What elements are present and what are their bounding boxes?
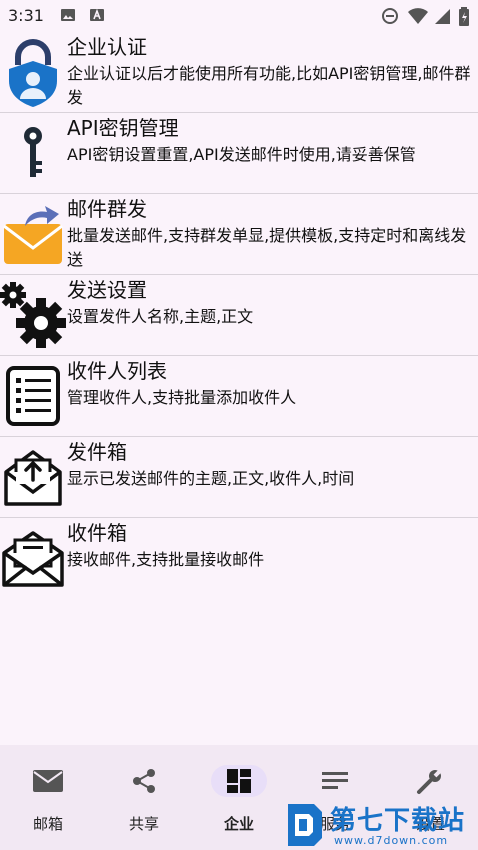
tab-label: 企业	[223, 815, 254, 833]
do-not-disturb-icon	[382, 8, 398, 24]
list-item-send-settings[interactable]: 发送设置 设置发件人名称,主题,正文	[0, 275, 478, 356]
font-notification-icon	[90, 8, 104, 21]
watermark-url: www.d7down.com	[334, 834, 449, 847]
mail-icon	[20, 765, 76, 797]
signal-icon	[435, 9, 450, 24]
list-item-recipient-list[interactable]: 收件人列表 管理收件人,支持批量添加收件人	[0, 356, 478, 437]
tab-label: 共享	[128, 815, 159, 833]
item-title: API密钥管理	[67, 116, 179, 140]
list-item-outbox[interactable]: 发件箱 显示已发送邮件的主题,正文,收件人,时间	[0, 437, 478, 518]
watermark-logo-icon	[288, 804, 322, 846]
key-icon	[0, 115, 66, 191]
list-item-bulk-mail[interactable]: 邮件群发 批量发送邮件,支持群发单显,提供模板,支持定时和离线发送	[0, 194, 478, 275]
tab-mailbox[interactable]: 邮箱	[0, 745, 96, 850]
list-item-enterprise-verification[interactable]: 企业认证 企业认证以后才能使用所有功能,比如API密钥管理,邮件群发	[0, 32, 478, 113]
tab-enterprise[interactable]: 企业	[191, 745, 287, 850]
tab-share[interactable]: 共享	[96, 745, 192, 850]
outbox-icon	[0, 439, 66, 515]
mail-send-icon	[0, 196, 66, 272]
item-title: 收件人列表	[67, 359, 167, 383]
share-icon	[116, 765, 172, 797]
item-description: API密钥设置重置,API发送邮件时使用,请妥善保管	[67, 145, 416, 164]
item-title: 企业认证	[67, 35, 147, 59]
item-description: 接收邮件,支持批量接收邮件	[67, 550, 265, 569]
shield-user-icon	[0, 34, 66, 110]
item-description: 企业认证以后才能使用所有功能,比如API密钥管理,邮件群发	[67, 64, 471, 107]
gears-icon	[0, 277, 66, 353]
item-title: 发送设置	[67, 278, 147, 302]
item-title: 邮件群发	[67, 197, 147, 221]
notes-icon	[307, 765, 363, 797]
tab-label: 邮箱	[32, 815, 63, 833]
feature-list: 企业认证 企业认证以后才能使用所有功能,比如API密钥管理,邮件群发 API密钥…	[0, 32, 478, 598]
watermark-title: 第七下载站	[330, 806, 466, 836]
inbox-icon	[0, 520, 66, 596]
item-title: 发件箱	[67, 440, 127, 464]
dashboard-icon	[211, 765, 267, 797]
list-item-api-key-management[interactable]: API密钥管理 API密钥设置重置,API发送邮件时使用,请妥善保管	[0, 113, 478, 194]
status-time: 3:31	[8, 6, 44, 25]
wifi-icon	[408, 8, 428, 24]
list-icon	[0, 358, 66, 434]
status-bar: 3:31	[0, 0, 478, 32]
wrench-icon	[402, 765, 458, 797]
watermark: 第七下载站 www.d7down.com	[284, 800, 478, 850]
item-description: 批量发送邮件,支持群发单显,提供模板,支持定时和离线发送	[67, 226, 467, 269]
item-description: 设置发件人名称,主题,正文	[67, 307, 254, 326]
battery-icon	[459, 7, 469, 26]
item-description: 显示已发送邮件的主题,正文,收件人,时间	[67, 469, 355, 488]
item-title: 收件箱	[67, 521, 127, 545]
list-item-inbox[interactable]: 收件箱 接收邮件,支持批量接收邮件	[0, 518, 478, 598]
item-description: 管理收件人,支持批量添加收件人	[67, 388, 297, 407]
image-notification-icon	[61, 9, 75, 21]
